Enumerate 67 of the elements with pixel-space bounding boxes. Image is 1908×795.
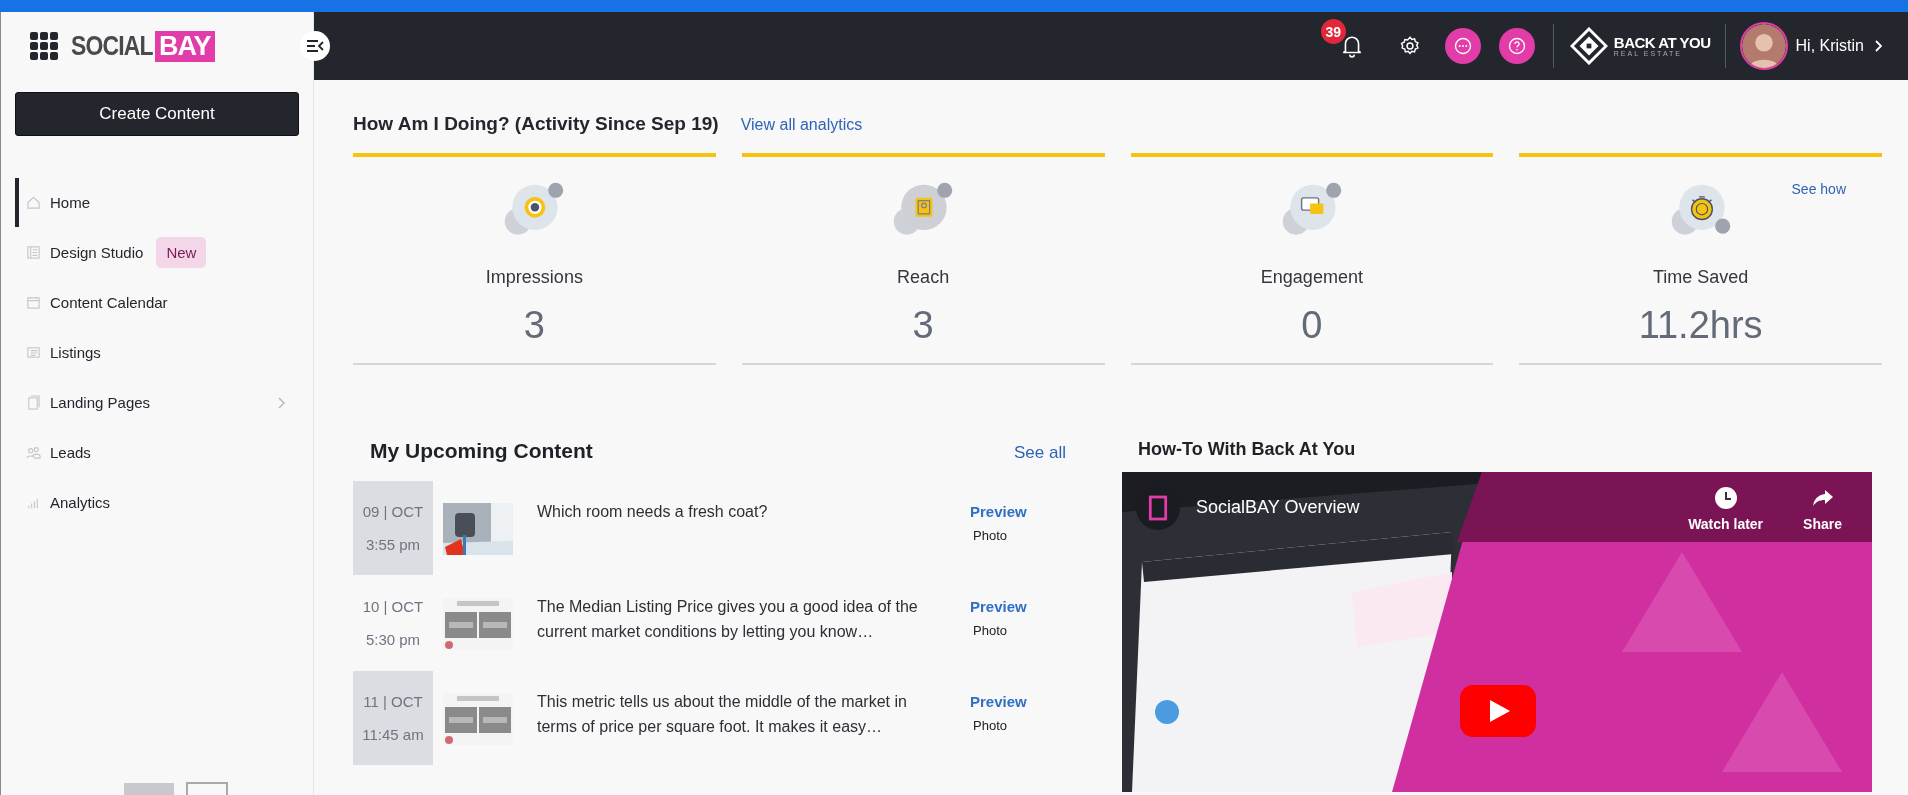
stat-value: 3	[523, 304, 545, 347]
video-player[interactable]: SocialBAY Overview Watch later Share	[1122, 472, 1872, 795]
new-badge: New	[156, 237, 207, 268]
collapse-sidebar-button[interactable]	[300, 31, 330, 61]
help-icon	[1506, 36, 1527, 56]
section-title: How Am I Doing? (Activity Since Sep 19)	[353, 113, 719, 135]
see-how-link[interactable]: See how	[1791, 181, 1846, 197]
notification-count-badge: 39	[1320, 19, 1346, 44]
clock-icon	[1713, 486, 1738, 510]
settings-icon[interactable]	[1398, 35, 1421, 57]
sidebar-item[interactable]: Design Studio New	[15, 228, 313, 277]
collapse-icon	[305, 38, 325, 54]
chevron-icon	[1874, 40, 1882, 52]
stat-label: Reach	[897, 267, 950, 288]
post-date: 10 | OCT	[362, 598, 424, 615]
calendar-icon	[26, 295, 41, 310]
watch-later-button[interactable]: Watch later	[1688, 486, 1764, 532]
stat-label: Engagement	[1260, 267, 1363, 288]
stat-value: 3	[912, 304, 934, 347]
preview-link[interactable]: Preview	[970, 598, 1080, 615]
pages-icon	[26, 395, 41, 410]
section-title: How-To With Back At You	[1137, 439, 1357, 460]
post-type: Photo	[972, 718, 1008, 733]
post-date: 09 | OCT	[362, 503, 424, 520]
home-icon	[26, 195, 41, 210]
share-button[interactable]: Share	[1803, 486, 1842, 532]
diamond-house-icon	[1569, 27, 1608, 65]
post-time: 3:55 pm	[365, 536, 421, 553]
chat-button[interactable]	[1444, 28, 1481, 64]
post-description: The Median Listing Price gives you a good idea of the current market conditions by letting you know…	[537, 597, 919, 642]
view-analytics-link[interactable]: View all analytics	[740, 116, 863, 134]
post-description: This metric tells us about the middle of the market in terms of price per square foot. It makes it easy…	[537, 692, 908, 737]
sidebar-item[interactable]: Analytics	[15, 478, 313, 527]
stat-label: Time Saved	[1652, 267, 1749, 288]
stat-value: 0	[1301, 304, 1323, 347]
post-description: Which room needs a fresh coat?	[537, 502, 769, 522]
stat-value: 11.2hrs	[1638, 304, 1763, 347]
people-icon	[26, 445, 41, 460]
sidebar-item[interactable]: Landing Pages	[15, 378, 313, 427]
post-type: Photo	[972, 623, 1008, 638]
play-button-icon[interactable]	[1460, 685, 1536, 737]
stat-label: Impressions	[485, 267, 583, 288]
preview-link[interactable]: Preview	[970, 693, 1080, 710]
post-time: 11:45 am	[362, 726, 424, 743]
sidebar-item[interactable]: Leads	[15, 428, 313, 477]
post-time: 5:30 pm	[365, 631, 421, 648]
see-all-link[interactable]: See all	[1014, 443, 1066, 463]
brand-name: BACK AT YOU	[1613, 35, 1711, 50]
notification-bell-icon[interactable]	[1340, 34, 1363, 58]
sidebar-item[interactable]: Listings	[15, 328, 313, 377]
logo-wordmark: SOCIAL	[71, 30, 153, 62]
post-date: 11 | OCT	[363, 693, 423, 710]
help-button[interactable]	[1498, 28, 1535, 64]
chat-icon	[1452, 36, 1473, 56]
avatar[interactable]	[1739, 22, 1788, 70]
list-icon	[26, 345, 41, 360]
logo-wordmark-highlight: BAY	[155, 30, 215, 62]
document-icon	[26, 245, 41, 260]
grid-icon	[29, 31, 59, 61]
sidebar-item[interactable]: Home	[15, 178, 313, 227]
create-content-button[interactable]: Create Content	[15, 92, 299, 136]
user-menu[interactable]: Hi, Kristin	[1795, 37, 1882, 55]
section-title: My Upcoming Content	[370, 439, 593, 463]
post-type: Photo	[972, 528, 1008, 543]
video-title[interactable]: SocialBAY Overview	[1196, 497, 1360, 518]
sidebar-item[interactable]: Content Calendar	[15, 278, 313, 327]
preview-link[interactable]: Preview	[970, 503, 1080, 520]
